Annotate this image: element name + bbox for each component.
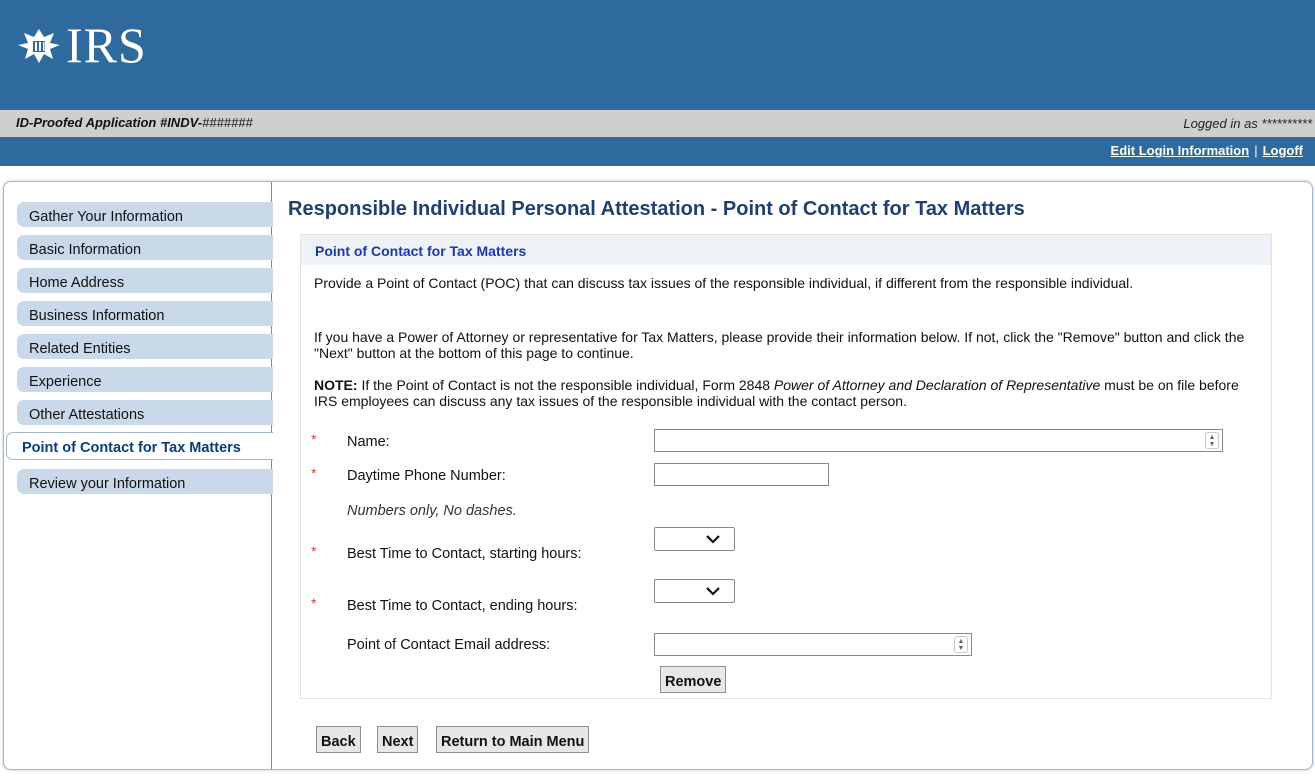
end-hours-select[interactable] — [654, 579, 735, 603]
irs-logo[interactable]: IRS — [16, 20, 147, 70]
required-marker: * — [311, 431, 317, 447]
name-input[interactable]: ▲ ▼ — [654, 429, 1223, 452]
sidebar-item-experience[interactable]: Experience — [17, 367, 273, 392]
required-marker: * — [311, 595, 317, 611]
email-label: Point of Contact Email address: — [347, 637, 551, 653]
name-input-resize-icon: ▲ ▼ — [1205, 432, 1219, 449]
point-of-contact-panel: Point of Contact for Tax Matters Provide… — [300, 234, 1272, 699]
link-separator: | — [1254, 143, 1258, 158]
account-link-bar: Edit Login Information | Logoff — [0, 137, 1315, 166]
main-content: Responsible Individual Personal Attestat… — [273, 182, 1312, 769]
application-id-mask: ####### — [202, 115, 253, 130]
sidebar-item-review-your-information[interactable]: Review your Information — [17, 469, 273, 494]
sidebar-item-basic-information[interactable]: Basic Information — [17, 235, 273, 260]
next-button[interactable]: Next — [377, 726, 419, 753]
name-label: Name: — [347, 434, 390, 450]
panel-header: Point of Contact for Tax Matters — [301, 235, 1271, 265]
sidebar-item-point-of-contact[interactable]: Point of Contact for Tax Matters — [6, 432, 273, 460]
sidebar-item-business-information[interactable]: Business Information — [17, 301, 273, 326]
end-hours-label: Best Time to Contact, ending hours: — [347, 598, 578, 614]
start-hours-select[interactable] — [654, 527, 735, 551]
edit-login-link[interactable]: Edit Login Information — [1111, 143, 1250, 158]
start-hours-label: Best Time to Contact, starting hours: — [347, 546, 582, 562]
site-header: IRS — [0, 0, 1315, 110]
note-form-title: Power of Attorney and Declaration of Rep… — [773, 377, 1101, 393]
email-input-resize-icon: ▲ ▼ — [954, 636, 968, 653]
chevron-down-icon — [706, 587, 720, 596]
sidebar: Gather Your Information Basic Informatio… — [4, 182, 273, 769]
required-marker: * — [311, 465, 317, 481]
instruction-paragraph-poc: Provide a Point of Contact (POC) that ca… — [314, 275, 1134, 291]
content-frame: Gather Your Information Basic Informatio… — [3, 181, 1313, 770]
application-id-prefix: ID-Proofed Application #INDV- — [16, 115, 203, 130]
sidebar-item-other-attestations[interactable]: Other Attestations — [17, 400, 273, 425]
note-text-1: If the Point of Contact is not the respo… — [357, 377, 774, 393]
instruction-paragraph-remove: If you have a Power of Attorney or repre… — [314, 329, 1245, 361]
back-button[interactable]: Back — [316, 726, 361, 753]
phone-input[interactable] — [654, 463, 829, 486]
sidebar-item-home-address[interactable]: Home Address — [17, 268, 273, 293]
status-bar: ID-Proofed Application #INDV-####### Log… — [0, 110, 1315, 137]
phone-hint: Numbers only, No dashes. — [347, 503, 517, 519]
logo-text: IRS — [66, 17, 147, 73]
note-paragraph: NOTE: If the Point of Contact is not the… — [314, 377, 1264, 409]
return-to-main-menu-button[interactable]: Return to Main Menu — [436, 726, 590, 753]
required-marker: * — [311, 543, 317, 559]
irs-eagle-icon — [18, 29, 60, 63]
sidebar-item-gather-your-information[interactable]: Gather Your Information — [17, 202, 273, 227]
page-title: Responsible Individual Personal Attestat… — [288, 198, 1025, 220]
note-label: NOTE: — [314, 377, 358, 393]
email-input[interactable]: ▲ ▼ — [654, 633, 972, 656]
application-id: ID-Proofed Application #INDV-####### — [16, 115, 253, 130]
chevron-down-icon — [706, 535, 720, 544]
sidebar-item-related-entities[interactable]: Related Entities — [17, 334, 273, 359]
logoff-link[interactable]: Logoff — [1263, 143, 1303, 158]
remove-button[interactable]: Remove — [660, 666, 727, 693]
phone-label: Daytime Phone Number: — [347, 468, 506, 484]
logged-in-label: Logged in as ********** — [1183, 116, 1312, 131]
